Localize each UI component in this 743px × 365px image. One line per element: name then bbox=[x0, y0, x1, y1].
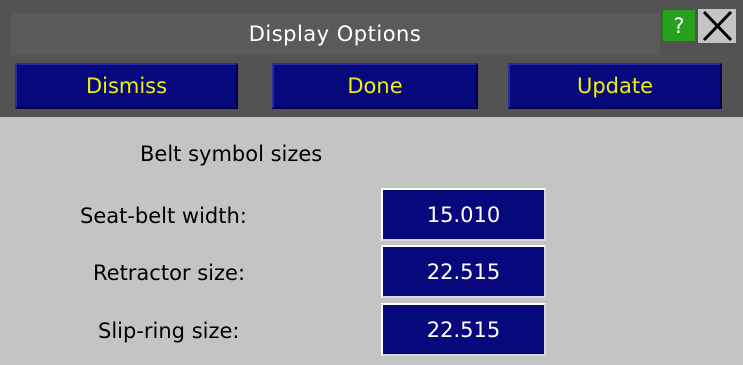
done-button[interactable]: Done bbox=[272, 63, 478, 109]
dismiss-button[interactable]: Dismiss bbox=[15, 63, 238, 109]
window-title: Display Options bbox=[10, 13, 660, 55]
slip-ring-size-field[interactable]: 22.515 bbox=[381, 303, 546, 356]
update-button[interactable]: Update bbox=[508, 63, 722, 109]
close-button[interactable] bbox=[698, 9, 736, 43]
section-title: Belt symbol sizes bbox=[140, 142, 323, 166]
slip-ring-size-label: Slip-ring size: bbox=[98, 319, 240, 343]
help-button[interactable]: ? bbox=[662, 9, 696, 42]
retractor-size-label: Retractor size: bbox=[93, 261, 246, 285]
seat-belt-width-field[interactable]: 15.010 bbox=[381, 188, 546, 241]
action-button-row: Dismiss Done Update bbox=[0, 55, 743, 117]
seat-belt-width-label: Seat-belt width: bbox=[80, 204, 247, 228]
title-bar: Display Options ? bbox=[0, 0, 743, 55]
close-x-icon bbox=[698, 9, 736, 43]
retractor-size-field[interactable]: 22.515 bbox=[381, 245, 546, 298]
